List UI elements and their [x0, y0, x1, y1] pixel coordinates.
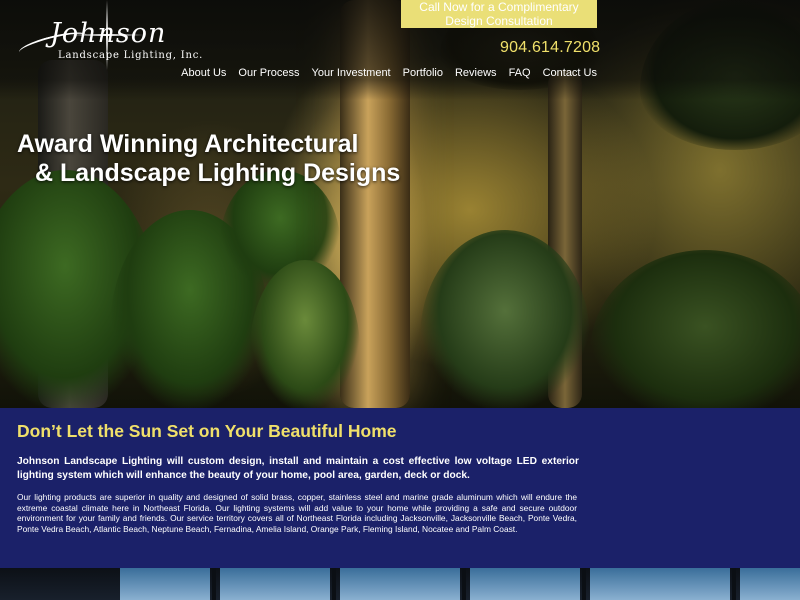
intro-section: Don’t Let the Sun Set on Your Beautiful … — [0, 408, 800, 568]
nav-faq[interactable]: FAQ — [503, 67, 537, 79]
cta-line-1: Call Now for a Complimentary — [419, 0, 579, 14]
phone-number-link[interactable]: 904.614.7208 — [500, 39, 600, 57]
pergola-glass — [590, 568, 730, 600]
nav-portfolio[interactable]: Portfolio — [397, 67, 449, 79]
pergola-beam — [212, 568, 216, 600]
hero-headline-line-2: & Landscape Lighting Designs — [35, 159, 401, 187]
pergola-glass — [470, 568, 580, 600]
section-heading: Don’t Let the Sun Set on Your Beautiful … — [17, 421, 397, 441]
body-paragraph: Our lighting products are superior in qu… — [17, 492, 577, 535]
pergola-glass — [120, 568, 210, 600]
pergola-beam — [732, 568, 736, 600]
nav-your-investment[interactable]: Your Investment — [306, 67, 397, 79]
hero-foliage — [590, 250, 800, 408]
hero-headline-line-1: Award Winning Architectural — [17, 130, 359, 158]
pergola-glass — [220, 568, 330, 600]
pergola-beam — [332, 568, 336, 600]
logo-name: Johnson — [50, 18, 167, 49]
pergola-beam — [582, 568, 586, 600]
pergola-glass — [340, 568, 460, 600]
nav-our-process[interactable]: Our Process — [232, 67, 305, 79]
pergola-image — [0, 568, 800, 600]
lead-paragraph: Johnson Landscape Lighting will custom d… — [17, 456, 579, 481]
pergola-glass — [740, 568, 800, 600]
pergola-beam — [462, 568, 466, 600]
main-nav: About Us Our Process Your Investment Por… — [175, 67, 597, 79]
consultation-cta-button[interactable]: Call Now for a Complimentary Design Cons… — [401, 0, 597, 28]
site-logo[interactable]: Johnson Landscape Lighting, Inc. — [14, 0, 204, 70]
nav-contact-us[interactable]: Contact Us — [537, 67, 597, 79]
nav-reviews[interactable]: Reviews — [449, 67, 503, 79]
hero-headline: Award Winning Architectural & Landscape … — [17, 130, 400, 188]
cta-line-2: Design Consultation — [445, 14, 553, 28]
nav-about-us[interactable]: About Us — [175, 67, 232, 79]
logo-subtitle: Landscape Lighting, Inc. — [58, 50, 204, 61]
